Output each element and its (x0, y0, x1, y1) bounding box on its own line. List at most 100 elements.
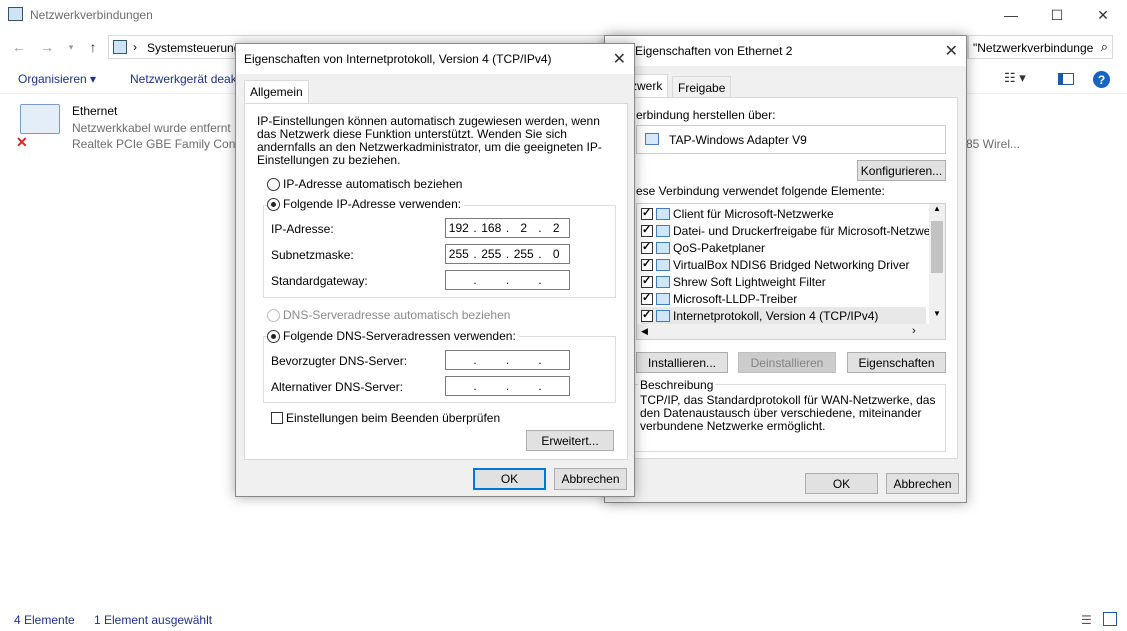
disconnected-x-icon: ✕ (16, 134, 28, 150)
organize-menu[interactable]: Organisieren ▾ (18, 72, 96, 86)
subnet-mask-input[interactable]: 255. 255. 255. 0 (445, 244, 570, 264)
breadcrumb-systemsteuerung[interactable]: Systemsteuerung (147, 41, 240, 55)
help-icon[interactable]: ? (1093, 71, 1110, 88)
ipv4-ok-button[interactable]: OK (473, 468, 546, 490)
validate-checkbox-box[interactable] (271, 412, 283, 424)
component-checkbox[interactable] (641, 223, 653, 237)
details-view-icon[interactable]: ☰ (1081, 613, 1092, 627)
tab-allgemein-label: Allgemein (250, 85, 303, 99)
mask-octet-4[interactable]: 0 (545, 247, 567, 261)
network-component-icon (656, 258, 670, 271)
scroll-down-icon[interactable]: ▼ (933, 309, 941, 318)
component-label: Client für Microsoft-Netzwerke (673, 206, 834, 221)
auto-ip-radio-dot[interactable] (267, 177, 280, 191)
gateway-input[interactable]: ... (445, 270, 570, 290)
search-input[interactable]: "Netzwerkverbindungen" dur... (973, 41, 1093, 55)
mask-octet-2[interactable]: 255 (480, 247, 502, 261)
status-selected: 1 Element ausgewählt (94, 613, 213, 627)
ip-octet-3[interactable]: 2 (513, 221, 535, 235)
tab-freigabe-label: Freigabe (678, 81, 726, 95)
forward-button[interactable]: → (38, 38, 56, 56)
list-vscrollbar[interactable]: ▲ ▼ (929, 204, 945, 324)
preferred-dns-input[interactable]: ... (445, 350, 570, 370)
ipv4-cancel-button[interactable]: Abbrechen (554, 468, 627, 490)
component-label: VirtualBox NDIS6 Bridged Networking Driv… (673, 257, 910, 272)
manual-dns-radio-dot[interactable] (267, 329, 280, 343)
tab-allgemein[interactable]: Allgemein (244, 80, 309, 104)
close-button[interactable]: ✕ (1080, 0, 1126, 30)
maximize-button[interactable]: ☐ (1034, 0, 1080, 30)
disable-device-button[interactable]: Netzwerkgerät deak (130, 72, 237, 86)
control-panel-icon (113, 40, 127, 54)
list-item[interactable]: Internetprotokoll, Version 4 (TCP/IPv4) (641, 307, 926, 324)
list-item[interactable]: Datei- und Druckerfreigabe für Microsoft… (641, 222, 946, 239)
recent-dropdown-icon[interactable]: ▾ (62, 38, 80, 56)
subnet-mask-label: Subnetzmaske: (271, 248, 354, 262)
manual-ip-radio-dot[interactable] (267, 197, 280, 211)
alternate-dns-input[interactable]: ... (445, 376, 570, 396)
network-component-icon (656, 275, 670, 288)
search-icon[interactable]: ⌕ (1101, 39, 1108, 55)
tiles-view-icon[interactable] (1103, 612, 1117, 626)
back-button[interactable]: ← (10, 38, 28, 56)
eth-ok-button[interactable]: OK (805, 473, 878, 494)
mask-octet-1[interactable]: 255 (448, 247, 470, 261)
preview-pane-icon[interactable] (1058, 73, 1074, 85)
scroll-up-icon[interactable]: ▲ (933, 204, 941, 213)
scroll-left-icon[interactable]: ◀ (641, 326, 648, 337)
wireless-item-partial[interactable]: 85 Wirel... (966, 137, 1020, 151)
manual-dns-radio[interactable]: Folgende DNS-Serveradressen verwenden: (267, 329, 519, 343)
view-options-icon[interactable]: ☷ ▾ (1004, 70, 1026, 86)
component-checkbox[interactable] (641, 240, 653, 254)
list-item[interactable]: Client für Microsoft-Netzwerke (641, 205, 834, 222)
manual-ip-radio[interactable]: Folgende IP-Adresse verwenden: (267, 197, 465, 211)
gateway-label: Standardgateway: (271, 274, 368, 288)
close-icon[interactable]: ✕ (613, 49, 626, 69)
advanced-button[interactable]: Erweitert... (526, 430, 614, 451)
ip-octet-1[interactable]: 192 (448, 221, 470, 235)
ethernet-adapter-icon (20, 104, 60, 134)
ip-octet-4[interactable]: 2 (545, 221, 567, 235)
component-label: Datei- und Druckerfreigabe für Microsoft… (673, 223, 946, 238)
ip-address-input[interactable]: 192. 168. 2. 2 (445, 218, 570, 238)
scroll-right-icon[interactable]: › (912, 325, 916, 337)
component-checkbox[interactable] (641, 206, 653, 220)
close-icon[interactable]: ✕ (945, 41, 958, 61)
component-checkbox[interactable] (641, 291, 653, 305)
items-label: ese Verbindung verwendet folgende Elemen… (636, 184, 885, 198)
network-folder-icon (8, 7, 23, 21)
list-hscrollbar[interactable]: ◀ › (637, 324, 945, 339)
component-label: Shrew Soft Lightweight Filter (673, 274, 826, 289)
components-list[interactable]: Client für Microsoft-Netzwerke Datei- und… (636, 203, 946, 340)
ethernet-status: Netzwerkkabel wurde entfernt (72, 121, 231, 135)
scroll-thumb[interactable] (931, 221, 943, 273)
validate-checkbox[interactable]: Einstellungen beim Beenden überprüfen (271, 411, 500, 425)
ethernet-properties-dialog: Eigenschaften von Ethernet 2 ✕ zwerk Fre… (604, 35, 967, 503)
minimize-button[interactable]: — (988, 0, 1034, 30)
install-button[interactable]: Installieren... (636, 352, 728, 373)
ethernet-connection-item[interactable]: ✕ Ethernet Netzwerkkabel wurde entfernt … (14, 102, 249, 152)
chevron-right-icon[interactable]: › (133, 40, 137, 54)
component-checkbox[interactable] (641, 257, 653, 271)
tab-freigabe[interactable]: Freigabe (672, 76, 732, 98)
configure-button[interactable]: Konfigurieren... (857, 160, 946, 181)
ip-octet-2[interactable]: 168 (480, 221, 502, 235)
ethernet-dialog-titlebar: Eigenschaften von Ethernet 2 ✕ (605, 36, 966, 66)
manual-dns-label: Folgende DNS-Serveradressen verwenden: (283, 329, 516, 343)
network-adapter-icon (645, 133, 659, 145)
alternate-dns-label: Alternativer DNS-Server: (271, 380, 404, 394)
component-checkbox[interactable] (641, 274, 653, 288)
list-item[interactable]: QoS-Paketplaner (641, 239, 765, 256)
list-item[interactable]: VirtualBox NDIS6 Bridged Networking Driv… (641, 256, 910, 273)
auto-ip-radio[interactable]: IP-Adresse automatisch beziehen (267, 177, 462, 191)
mask-octet-3[interactable]: 255 (513, 247, 535, 261)
properties-button[interactable]: Eigenschaften (847, 352, 946, 373)
description-text: TCP/IP, das Standardprotokoll für WAN-Ne… (640, 393, 936, 433)
up-button[interactable]: ↑ (84, 38, 102, 56)
search-box[interactable]: "Netzwerkverbindungen" dur... ⌕ (968, 35, 1113, 59)
component-checkbox[interactable] (641, 308, 653, 322)
list-item[interactable]: Shrew Soft Lightweight Filter (641, 273, 826, 290)
ipv4-dialog-titlebar: Eigenschaften von Internetprotokoll, Ver… (236, 44, 634, 74)
list-item[interactable]: Microsoft-LLDP-Treiber (641, 290, 797, 307)
eth-cancel-button[interactable]: Abbrechen (886, 473, 959, 494)
